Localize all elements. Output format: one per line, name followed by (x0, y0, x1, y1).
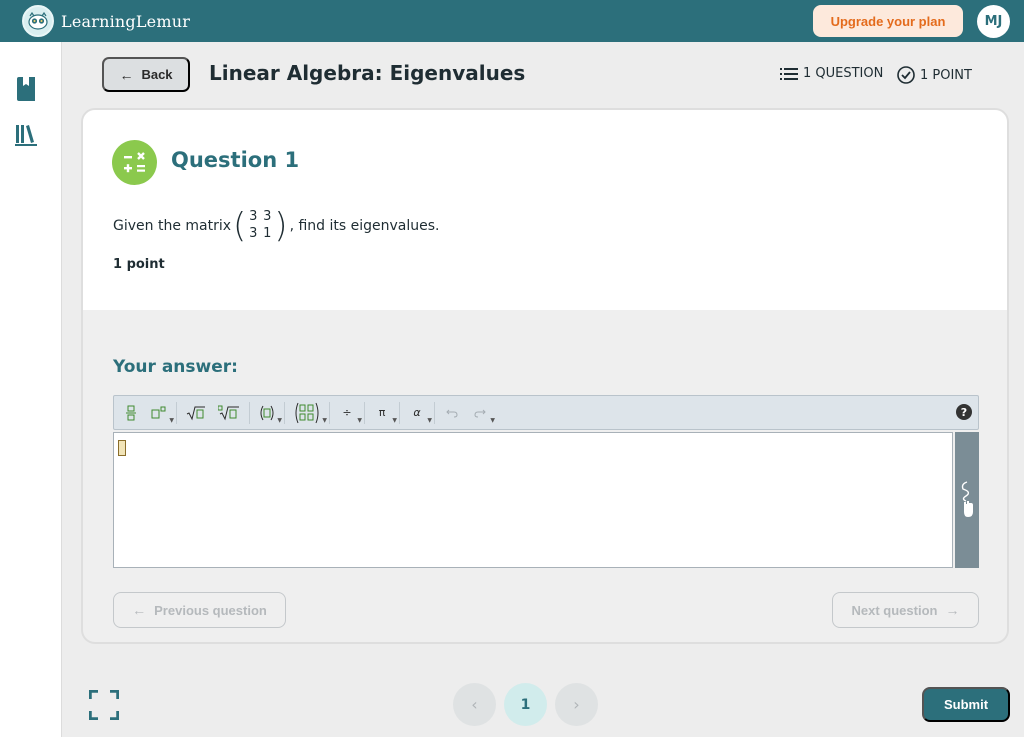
matrix-cell: 1 (263, 226, 272, 241)
page-prev-icon[interactable]: ‹ (453, 683, 496, 726)
arrow-left-icon: ← (119, 66, 134, 83)
question-card: Question 1 Given the matrix ( 3 3 3 1 ) … (81, 108, 1009, 644)
math-toolbar: ▼ ▼ ▼ ÷ ▼ π ▼ α ▼ ▼ ? (113, 395, 979, 430)
alpha-label: α (413, 406, 421, 419)
question-matrix: ( 3 3 3 1 ) (233, 206, 288, 246)
question-text: Given the matrix ( 3 3 3 1 ) , find its … (113, 206, 439, 246)
matrix-cell: 3 (249, 209, 258, 224)
user-avatar[interactable]: MJ (977, 5, 1010, 38)
book-icon[interactable] (14, 76, 38, 102)
fraction-icon[interactable] (120, 401, 142, 425)
question-title: Question 1 (171, 148, 300, 172)
page-title: Linear Algebra: Eigenvalues (209, 61, 526, 85)
text-caret (118, 440, 126, 456)
page-number-button[interactable]: 1 (504, 683, 547, 726)
top-bar: LearningLemur Upgrade your plan MJ (0, 0, 1024, 42)
answer-editor[interactable] (113, 432, 953, 568)
help-icon[interactable]: ? (956, 404, 972, 420)
lemur-logo-icon (22, 5, 54, 37)
arrow-left-icon: ← (132, 602, 147, 618)
superscript-icon[interactable]: ▼ (148, 401, 174, 425)
brand-name: LearningLemur (61, 11, 191, 31)
sidebar (0, 42, 62, 737)
divide-label: ÷ (342, 406, 352, 419)
matrix-cell: 3 (263, 209, 272, 224)
right-paren: ) (274, 206, 288, 246)
nth-root-icon[interactable] (215, 401, 243, 425)
page-next-icon[interactable]: › (555, 683, 598, 726)
question-count-label: 1 QUESTION (803, 66, 884, 81)
arrow-right-icon: → (945, 602, 960, 618)
alpha-icon[interactable]: α ▼ (406, 401, 432, 425)
undo-icon[interactable] (441, 401, 463, 425)
next-question-button[interactable]: Next question → (832, 592, 979, 628)
submit-button[interactable]: Submit (922, 687, 1010, 722)
list-icon (780, 67, 798, 80)
question-section: Question 1 Given the matrix ( 3 3 3 1 ) … (83, 110, 1007, 310)
brand[interactable]: LearningLemur (22, 5, 190, 37)
previous-question-label: Previous question (154, 602, 267, 618)
upgrade-plan-button[interactable]: Upgrade your plan (813, 5, 963, 37)
question-count: 1 QUESTION (780, 66, 883, 81)
question-text-before: Given the matrix (113, 218, 232, 234)
previous-question-button[interactable]: ← Previous question (113, 592, 286, 628)
answer-label: Your answer: (113, 357, 238, 377)
back-label: Back (141, 67, 173, 82)
question-text-after: , find its eigenvalues. (289, 218, 440, 234)
math-operators-icon (112, 140, 157, 185)
divide-icon[interactable]: ÷ ▼ (336, 401, 362, 425)
check-circle-icon (897, 66, 915, 84)
back-button[interactable]: ← Back (102, 57, 190, 92)
pi-icon[interactable]: π ▼ (371, 401, 397, 425)
question-points: 1 point (113, 257, 165, 272)
left-paren: ( (233, 206, 247, 246)
points-total-label: 1 POINT (920, 67, 972, 83)
handwriting-icon[interactable] (955, 432, 979, 568)
matrix-icon[interactable]: ▼ (291, 401, 327, 425)
points-total: 1 POINT (897, 66, 972, 84)
parentheses-icon[interactable]: ▼ (256, 401, 282, 425)
next-question-label: Next question (851, 602, 938, 618)
redo-icon[interactable]: ▼ (469, 401, 495, 425)
library-icon[interactable] (14, 122, 38, 148)
fullscreen-icon[interactable] (88, 689, 120, 721)
matrix-cell: 3 (249, 226, 258, 241)
pi-label: π (378, 406, 386, 419)
square-root-icon[interactable] (183, 401, 209, 425)
